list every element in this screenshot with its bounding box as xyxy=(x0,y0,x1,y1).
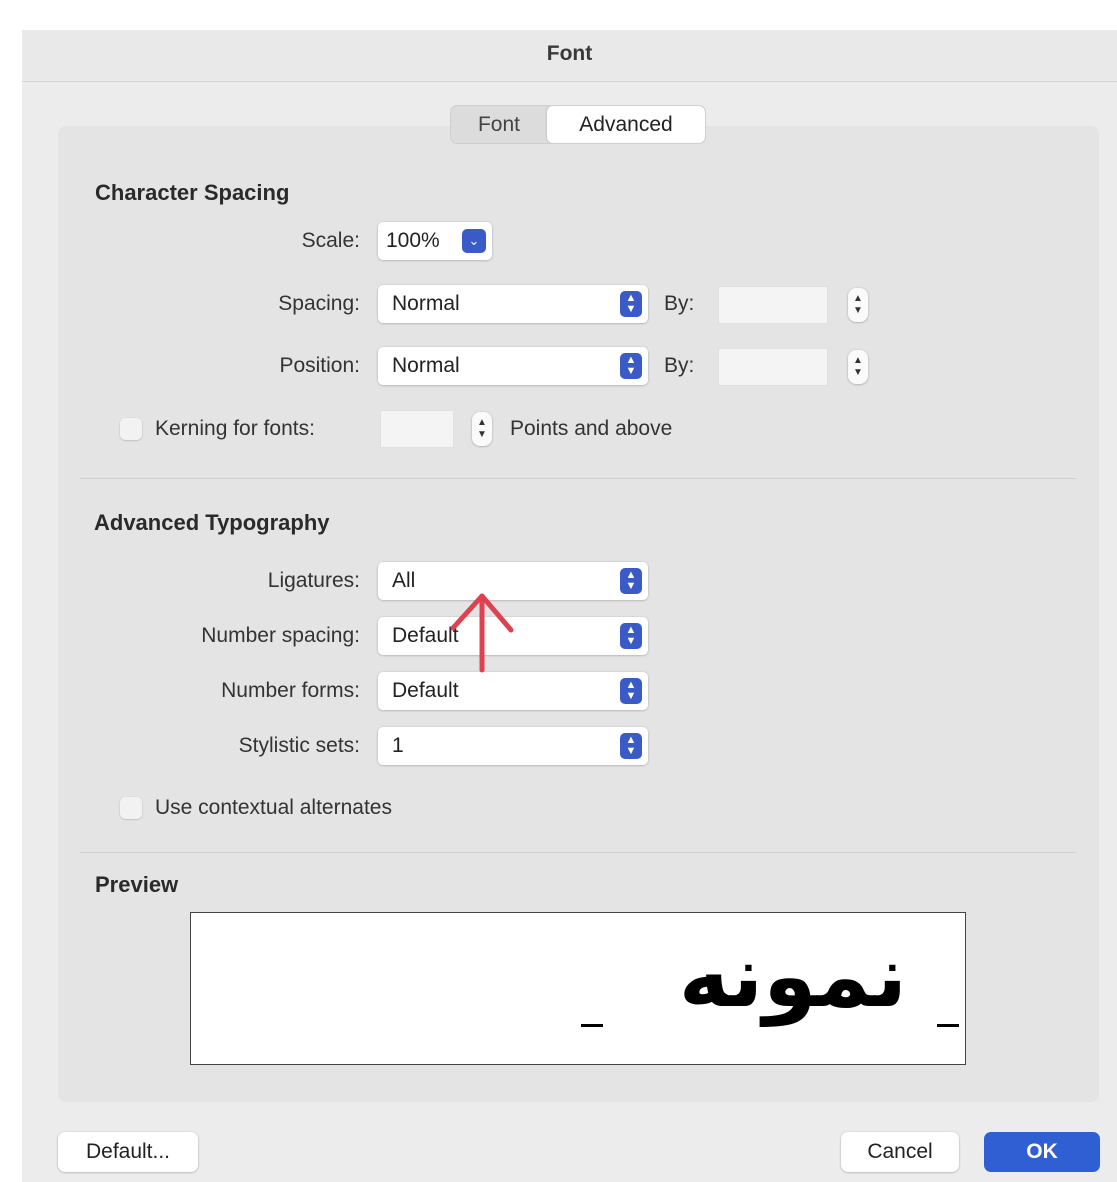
position-value: Normal xyxy=(392,354,460,377)
spacing-value: Normal xyxy=(392,292,460,315)
default-button[interactable]: Default... xyxy=(58,1132,198,1172)
updown-arrows-icon: ▲ ▼ xyxy=(620,678,642,704)
annotation-arrow-icon xyxy=(450,593,514,673)
advanced-typography-heading: Advanced Typography xyxy=(94,510,330,535)
spacing-by-stepper[interactable]: ▲ ▼ xyxy=(848,288,868,322)
scale-value: 100% xyxy=(386,229,440,252)
ligatures-value: All xyxy=(392,569,416,592)
updown-arrows-icon: ▲ ▼ xyxy=(620,353,642,379)
kerning-checkbox[interactable] xyxy=(120,418,142,440)
spacing-by-label: By: xyxy=(664,292,695,315)
tab-advanced[interactable]: Advanced xyxy=(547,106,705,143)
updown-arrows-icon: ▲ ▼ xyxy=(620,291,642,317)
updown-arrows-icon: ▲ ▼ xyxy=(620,568,642,594)
ok-button[interactable]: OK xyxy=(984,1132,1100,1172)
spacing-by-input[interactable] xyxy=(718,286,828,324)
ligatures-label: Ligatures: xyxy=(267,569,360,592)
updown-arrows-icon: ▲ ▼ xyxy=(620,623,642,649)
window-title: Font xyxy=(22,30,1117,82)
number-forms-value: Default xyxy=(392,679,459,702)
kerning-stepper[interactable]: ▲ ▼ xyxy=(472,412,492,446)
spacing-popup[interactable]: Normal ▲ ▼ xyxy=(378,285,648,323)
spacing-label: Spacing: xyxy=(278,292,360,315)
baseline-mark-right xyxy=(937,1024,959,1027)
kerning-suffix: Points and above xyxy=(510,417,673,440)
divider xyxy=(80,852,1076,853)
position-by-input[interactable] xyxy=(718,348,828,386)
character-spacing-heading: Character Spacing xyxy=(95,180,290,205)
contextual-alternates-label: Use contextual alternates xyxy=(155,796,392,819)
position-label: Position: xyxy=(279,354,360,377)
position-by-label: By: xyxy=(664,354,695,377)
updown-arrows-icon: ▲ ▼ xyxy=(620,733,642,759)
divider xyxy=(80,478,1076,479)
stylistic-sets-label: Stylistic sets: xyxy=(238,734,360,757)
tab-bar: Font Advanced xyxy=(450,105,706,144)
scale-combobox[interactable]: 100% ⌄ xyxy=(378,222,492,260)
number-spacing-label: Number spacing: xyxy=(201,624,360,647)
cancel-button[interactable]: Cancel xyxy=(841,1132,959,1172)
chevron-down-icon[interactable]: ⌄ xyxy=(462,229,486,253)
position-popup[interactable]: Normal ▲ ▼ xyxy=(378,347,648,385)
preview-sample-text: نمونه xyxy=(678,927,907,1027)
number-forms-label: Number forms: xyxy=(221,679,360,702)
stylistic-sets-popup[interactable]: 1 ▲ ▼ xyxy=(378,727,648,765)
baseline-mark-left xyxy=(581,1024,603,1027)
kerning-points-input[interactable] xyxy=(380,410,454,448)
kerning-label: Kerning for fonts: xyxy=(155,417,315,440)
position-by-stepper[interactable]: ▲ ▼ xyxy=(848,350,868,384)
preview-box: نمونه xyxy=(190,912,966,1065)
number-forms-popup[interactable]: Default ▲ ▼ xyxy=(378,672,648,710)
scale-label: Scale: xyxy=(301,229,360,252)
contextual-alternates-checkbox[interactable] xyxy=(120,797,142,819)
preview-heading: Preview xyxy=(95,872,179,897)
stylistic-sets-value: 1 xyxy=(392,734,404,757)
tab-font[interactable]: Font xyxy=(451,106,547,143)
